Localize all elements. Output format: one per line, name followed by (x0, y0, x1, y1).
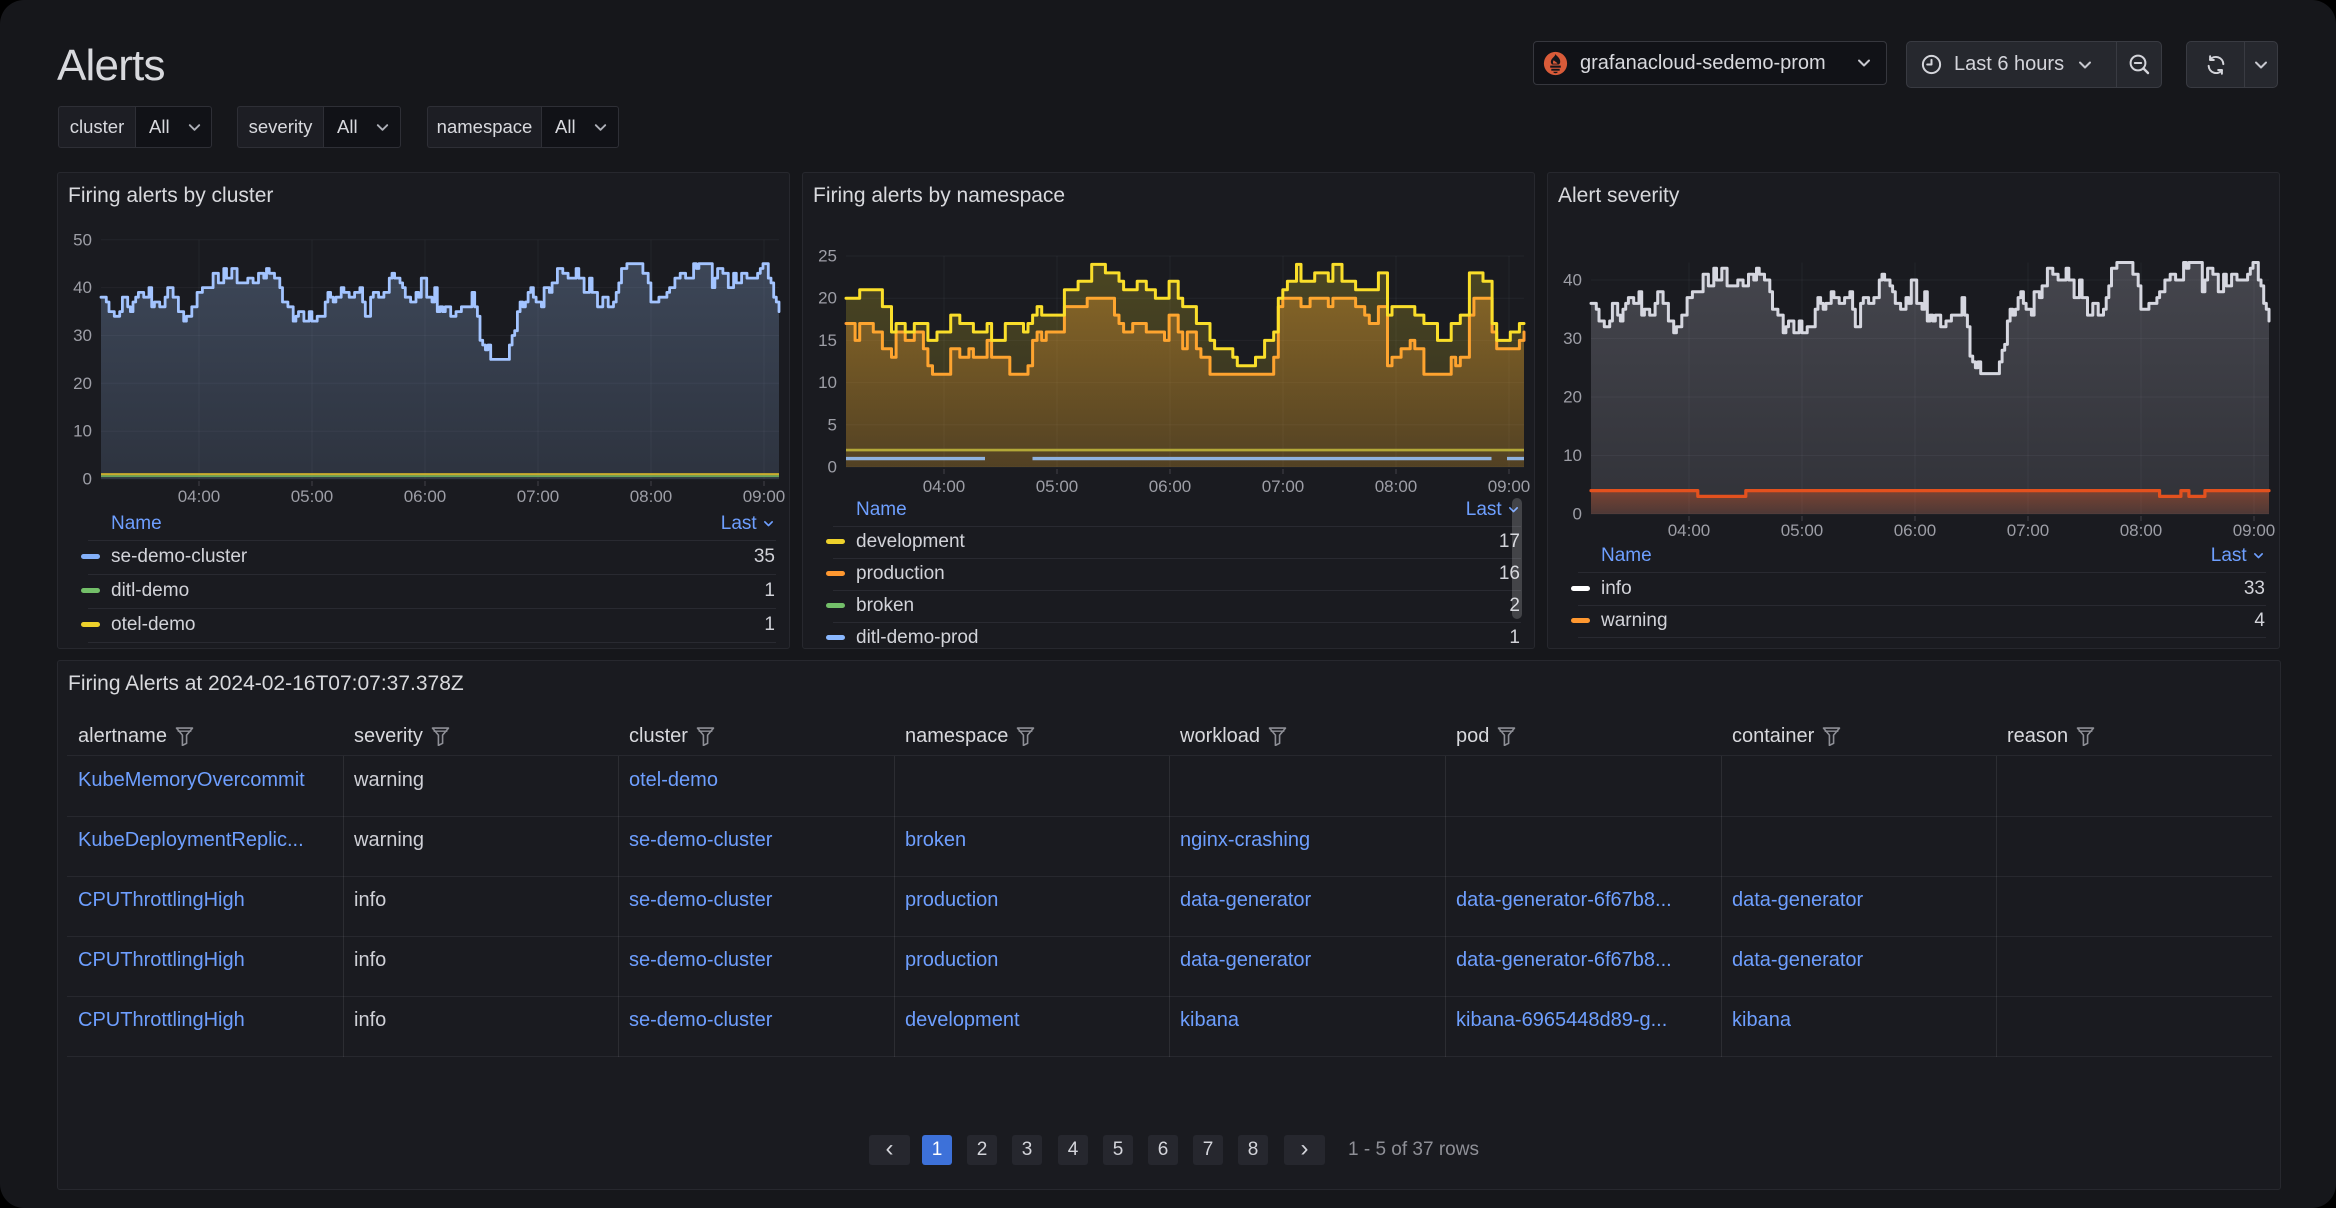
svg-text:09:00: 09:00 (1488, 477, 1531, 496)
svg-text:09:00: 09:00 (2233, 521, 2276, 540)
svg-text:25: 25 (818, 247, 837, 266)
svg-text:05:00: 05:00 (1781, 521, 1824, 540)
svg-text:06:00: 06:00 (1894, 521, 1937, 540)
svg-text:07:00: 07:00 (1262, 477, 1305, 496)
svg-text:0: 0 (83, 470, 92, 489)
svg-text:0: 0 (1573, 505, 1582, 524)
svg-text:50: 50 (73, 230, 92, 249)
svg-text:04:00: 04:00 (178, 487, 221, 506)
svg-text:20: 20 (818, 289, 837, 308)
svg-text:30: 30 (73, 326, 92, 345)
svg-text:05:00: 05:00 (291, 487, 334, 506)
svg-text:10: 10 (73, 422, 92, 441)
svg-text:10: 10 (818, 373, 837, 392)
svg-text:08:00: 08:00 (630, 487, 673, 506)
svg-text:09:00: 09:00 (743, 487, 786, 506)
svg-text:15: 15 (818, 331, 837, 350)
svg-text:30: 30 (1563, 329, 1582, 348)
svg-text:05:00: 05:00 (1036, 477, 1079, 496)
svg-text:20: 20 (73, 374, 92, 393)
svg-text:40: 40 (1563, 271, 1582, 290)
svg-text:06:00: 06:00 (1149, 477, 1192, 496)
svg-text:06:00: 06:00 (404, 487, 447, 506)
svg-text:08:00: 08:00 (2120, 521, 2163, 540)
svg-text:20: 20 (1563, 388, 1582, 407)
svg-text:40: 40 (73, 278, 92, 297)
svg-text:07:00: 07:00 (517, 487, 560, 506)
svg-text:08:00: 08:00 (1375, 477, 1418, 496)
svg-text:0: 0 (828, 458, 837, 477)
svg-text:07:00: 07:00 (2007, 521, 2050, 540)
svg-text:5: 5 (828, 415, 837, 434)
svg-text:04:00: 04:00 (1668, 521, 1711, 540)
svg-text:04:00: 04:00 (923, 477, 966, 496)
svg-text:10: 10 (1563, 446, 1582, 465)
